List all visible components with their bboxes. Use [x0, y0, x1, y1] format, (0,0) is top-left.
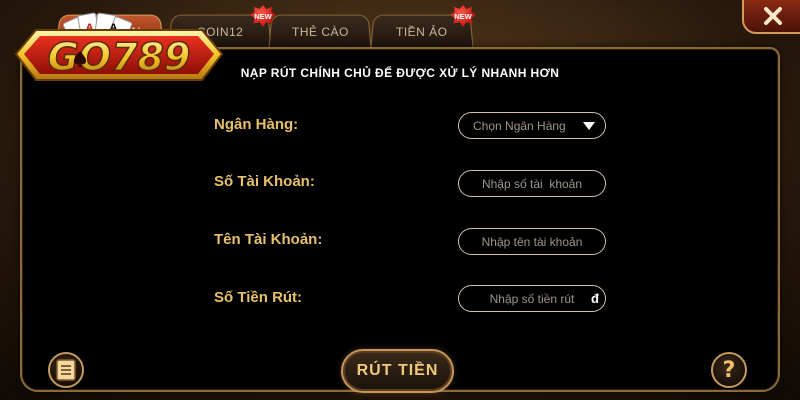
heading-text: NẠP RÚT CHÍNH CHỦ ĐỂ ĐƯỢC XỬ LÝ NHANH HƠ…	[240, 66, 560, 80]
tab-label: TIỀN ẢO	[396, 24, 448, 39]
withdraw-panel	[20, 47, 780, 392]
history-button[interactable]	[48, 352, 84, 388]
help-button[interactable]: ?	[711, 352, 747, 388]
bank-label: Ngân Hàng:	[214, 116, 299, 133]
tab-label: THẺ CÀO	[291, 24, 349, 39]
amount-input[interactable]	[473, 291, 591, 306]
bank-select[interactable]: Chọn Ngân Hàng	[458, 112, 606, 139]
go789-logo: A A GO789	[14, 12, 224, 81]
account-name-label: Tên Tài Khoản:	[214, 231, 323, 248]
amount-field[interactable]: đ	[458, 285, 606, 312]
help-icon: ?	[722, 357, 736, 383]
close-icon	[764, 7, 782, 25]
tab-the-cao[interactable]: THẺ CÀO	[268, 14, 372, 49]
heading-notice: NẠP RÚT CHÍNH CHỦ ĐỂ ĐƯỢC XỬ LÝ NHANH HƠ…	[0, 66, 800, 80]
account-number-label: Số Tài Khoản:	[214, 173, 315, 190]
account-number-field[interactable]	[458, 170, 606, 197]
close-button[interactable]	[742, 0, 800, 34]
list-icon	[56, 359, 76, 381]
bank-select-placeholder: Chọn Ngân Hàng	[473, 118, 566, 133]
account-name-field[interactable]	[458, 228, 606, 255]
account-name-input[interactable]	[473, 234, 591, 249]
amount-label: Số Tiền Rút:	[214, 289, 303, 306]
chevron-down-icon	[583, 122, 595, 130]
withdraw-button[interactable]: RÚT TIỀN	[341, 349, 454, 393]
currency-symbol: đ	[591, 291, 599, 306]
account-number-input[interactable]	[473, 176, 591, 191]
